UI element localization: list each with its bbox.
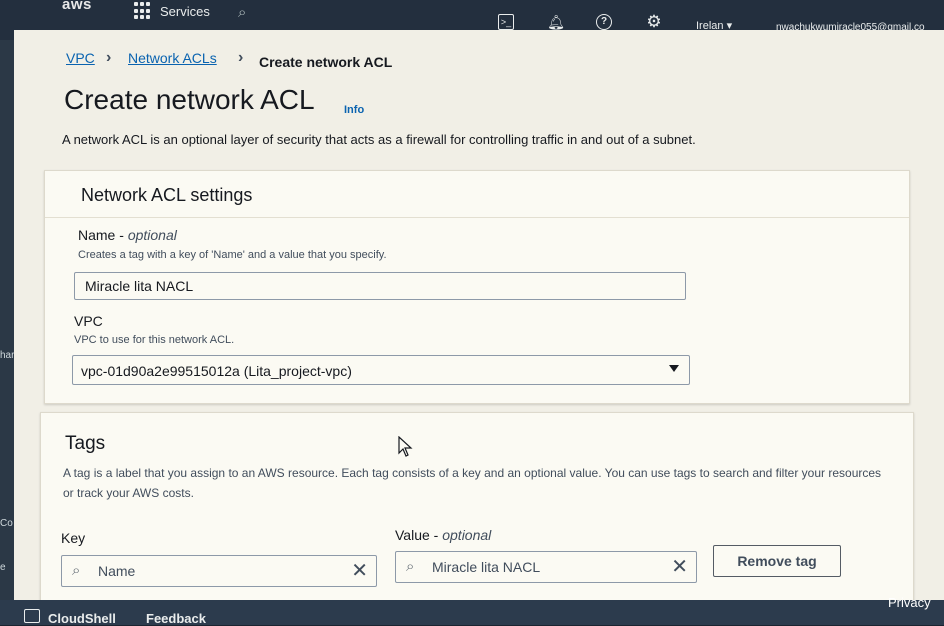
name-label-text: Name (78, 227, 116, 243)
vpc-select-value: vpc-01d90a2e99515012a (Lita_project-vpc) (81, 363, 352, 379)
caret-down-icon (669, 365, 679, 372)
side-nav-fragment[interactable]: e (0, 562, 6, 573)
breadcrumb-network-acls[interactable]: Network ACLs (128, 50, 217, 66)
close-icon[interactable]: ✕ (351, 558, 368, 583)
cloudshell-icon[interactable]: >_ (496, 12, 516, 32)
tag-value-value: Miracle lita NACL (432, 559, 541, 575)
main-content: VPC › Network ACLs › Create network ACL … (14, 30, 944, 614)
vpc-select[interactable]: vpc-01d90a2e99515012a (Lita_project-vpc) (72, 355, 690, 385)
services-menu[interactable]: Services (160, 4, 210, 19)
footer-privacy[interactable]: Privacy (888, 595, 931, 610)
name-label: Name - optional (78, 227, 177, 243)
search-icon: ⌕ (406, 558, 415, 575)
vpc-label: VPC (74, 313, 103, 329)
tags-panel: Tags A tag is a label that you assign to… (40, 412, 914, 614)
grid-icon[interactable] (134, 2, 152, 20)
tag-key-input[interactable]: ⌕ Name ✕ (61, 555, 377, 587)
bell-icon[interactable]: 🔔︎ (546, 12, 566, 32)
value-label-text: Value (395, 527, 430, 543)
side-nav-fragment[interactable]: Co (0, 518, 13, 529)
value-label: Value - optional (395, 527, 492, 543)
aws-logo[interactable]: aws (62, 0, 92, 13)
tag-key-value: Name (98, 563, 136, 579)
tags-title: Tags (65, 433, 106, 454)
name-input[interactable] (74, 272, 686, 300)
footer-cloudshell[interactable]: CloudShell (48, 611, 116, 626)
gear-icon[interactable]: ⚙︎ (644, 12, 664, 32)
remove-tag-button[interactable]: Remove tag (713, 545, 841, 577)
vpc-hint: VPC to use for this network ACL. (74, 334, 235, 346)
value-optional: optional (442, 527, 492, 543)
close-icon[interactable]: ✕ (671, 554, 688, 579)
footer-bar: CloudShell Feedback Privacy (0, 595, 944, 626)
tag-value-input[interactable]: ⌕ Miracle lita NACL ✕ (395, 551, 697, 583)
side-nav-fragment[interactable]: har (0, 350, 14, 361)
breadcrumb-vpc[interactable]: VPC (66, 50, 95, 66)
tags-description: A tag is a label that you assign to an A… (63, 466, 882, 500)
search-icon[interactable]: ⌕ (238, 4, 246, 21)
help-icon[interactable]: ? (594, 12, 614, 32)
page-title: Create network ACL (64, 84, 315, 115)
page-description: A network ACL is an optional layer of se… (62, 132, 696, 147)
settings-panel-title: Network ACL settings (81, 185, 253, 205)
breadcrumb-current: Create network ACL (259, 54, 393, 70)
info-link[interactable]: Info (344, 104, 364, 116)
side-nav-edge: har Co e (0, 40, 14, 600)
search-icon: ⌕ (72, 562, 81, 579)
name-optional: optional (127, 227, 177, 243)
chevron-right-icon: › (106, 49, 112, 66)
cloudshell-icon[interactable] (24, 609, 40, 623)
key-label: Key (61, 530, 86, 546)
chevron-right-icon: › (238, 49, 244, 66)
name-hint: Creates a tag with a key of 'Name' and a… (78, 249, 387, 261)
settings-panel-header: Network ACL settings (45, 171, 909, 218)
footer-feedback[interactable]: Feedback (146, 611, 206, 626)
settings-panel: Network ACL settings Name - optional Cre… (44, 170, 910, 404)
